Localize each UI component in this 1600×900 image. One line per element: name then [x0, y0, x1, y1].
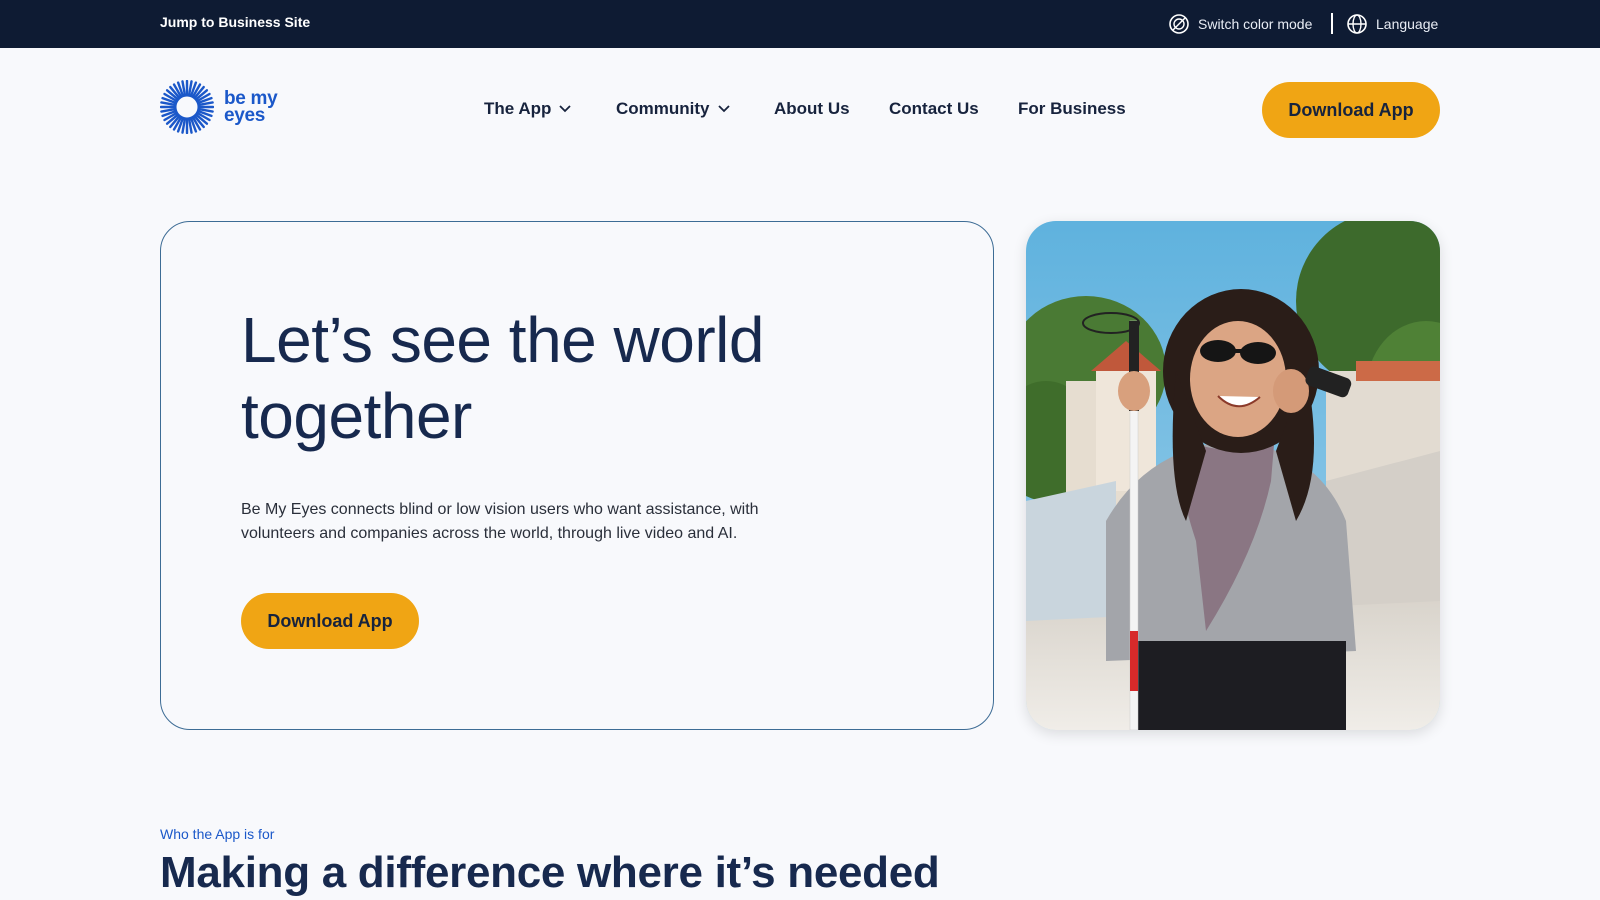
nav-community[interactable]: Community	[616, 99, 730, 119]
topbar-divider	[1331, 13, 1333, 34]
chevron-down-icon	[717, 105, 730, 113]
language-label: Language	[1376, 16, 1439, 32]
nav-for-business-label: For Business	[1018, 99, 1126, 118]
woman-with-cane-photo	[1026, 221, 1440, 730]
hero-download-app-button[interactable]: Download App	[241, 593, 419, 649]
sunburst-logo-icon	[160, 80, 214, 134]
nav-contact-us-label: Contact Us	[889, 99, 979, 118]
hero-card: Let’s see the world together Be My Eyes …	[160, 221, 994, 730]
hero-description: Be My Eyes connects blind or low vision …	[241, 501, 759, 542]
nav-community-label: Community	[616, 99, 710, 118]
nav-the-app-label: The App	[484, 99, 552, 118]
language-button[interactable]: Language	[1346, 0, 1438, 48]
be-my-eyes-logo[interactable]: be my eyes	[160, 80, 278, 134]
color-mode-label: Switch color mode	[1198, 16, 1313, 32]
nav-contact-us[interactable]: Contact Us	[889, 99, 979, 119]
logo-wordmark: be my eyes	[224, 89, 278, 126]
nav-about-us-label: About Us	[774, 99, 850, 118]
utility-bar: Jump to Business Site Switch color mode …	[0, 0, 1600, 48]
nav-the-app[interactable]: The App	[484, 99, 572, 119]
globe-icon	[1347, 14, 1367, 34]
nav-for-business[interactable]: For Business	[1018, 99, 1126, 119]
logo-line-2: eyes	[224, 105, 266, 126]
hero-title: Let’s see the world together	[241, 304, 764, 452]
hero-photo	[1026, 221, 1440, 730]
section-title: Making a difference where it’s needed	[160, 848, 940, 897]
section-eyebrow: Who the App is for	[160, 826, 275, 842]
switch-color-mode-button[interactable]: Switch color mode	[1168, 0, 1312, 48]
nav-about-us[interactable]: About Us	[774, 99, 850, 119]
jump-to-business-link[interactable]: Jump to Business Site	[160, 14, 310, 30]
header-download-app-button[interactable]: Download App	[1262, 82, 1440, 138]
chevron-down-icon	[559, 105, 572, 113]
color-mode-icon	[1169, 14, 1189, 34]
